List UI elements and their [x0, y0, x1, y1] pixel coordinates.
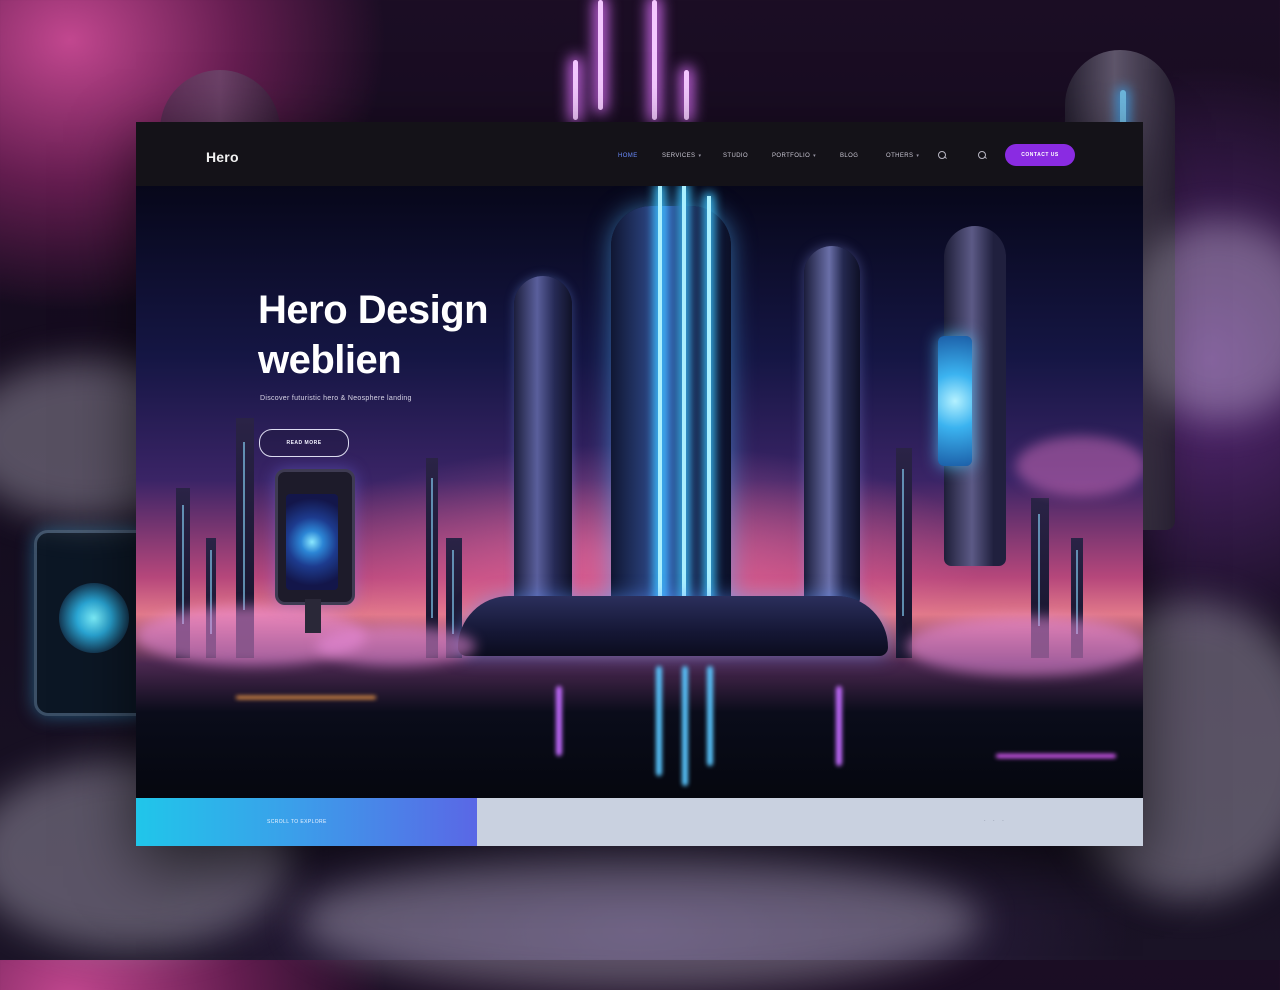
neon-beam [658, 186, 662, 626]
reflection [707, 666, 713, 766]
bottom-gradient-panel: SCROLL TO EXPLORE [136, 798, 477, 846]
holo-kiosk [275, 469, 355, 639]
nav-item-label: SERVICES [662, 153, 696, 159]
hero-section: Hero Design weblien Discover futuristic … [136, 186, 1143, 798]
pager-dots[interactable]: · · · [984, 818, 1007, 824]
logo[interactable]: Hero [206, 149, 239, 165]
nav-item-label: BLOG [840, 153, 859, 159]
contact-button[interactable]: CONTACT US [1005, 144, 1075, 166]
nav-item-studio[interactable]: STUDIO [723, 153, 748, 159]
tower-base [458, 596, 888, 656]
cloud [906, 616, 1143, 676]
search-icon[interactable] [938, 151, 946, 159]
navbar: Hero HOME SERVICES ▾ STUDIO PORTFOLIO ▾ BL… [136, 122, 1143, 186]
neon-beam [684, 70, 689, 120]
reflection [836, 686, 842, 766]
tower-right [804, 246, 860, 606]
kiosk-stand [305, 599, 321, 633]
holo-panel [938, 336, 972, 466]
reflection [996, 754, 1116, 758]
bottom-strip-label[interactable]: SCROLL TO EXPLORE [267, 819, 327, 825]
nav-item-label: PORTFOLIO [772, 153, 811, 159]
bottom-strip: SCROLL TO EXPLORE · · · [136, 798, 1143, 846]
chevron-down-icon: ▾ [916, 153, 920, 159]
hero-title-line2: weblien [258, 338, 402, 382]
neon-beam [707, 196, 711, 616]
nav-item-label: OTHERS [886, 153, 914, 159]
neon-beam [682, 186, 686, 626]
nav-item-others[interactable]: OTHERS ▾ [886, 153, 919, 159]
nav-item-label: HOME [618, 153, 638, 159]
neon-beam [598, 0, 603, 110]
skyline-building [896, 448, 912, 658]
background-screen [34, 530, 150, 716]
kiosk-display [286, 494, 338, 590]
hero-title: Hero Design weblien [258, 285, 489, 385]
read-more-button[interactable]: READ MORE [259, 429, 349, 457]
fog [300, 850, 980, 990]
reflection [556, 686, 562, 756]
nav-item-services[interactable]: SERVICES ▾ [662, 153, 701, 159]
neon-beam [652, 0, 657, 120]
hero-title-line1: Hero Design [258, 288, 489, 332]
neon-beam [573, 60, 578, 120]
website-mockup: Hero HOME SERVICES ▾ STUDIO PORTFOLIO ▾ BL… [136, 122, 1143, 846]
search-icon[interactable] [978, 151, 986, 159]
reflection [236, 696, 376, 699]
nav-item-portfolio[interactable]: PORTFOLIO ▾ [772, 153, 816, 159]
nav-item-home[interactable]: HOME [618, 153, 638, 159]
chevron-down-icon: ▾ [813, 153, 817, 159]
cloud [1016, 436, 1143, 496]
hero-subtitle: Discover futuristic hero & Neosphere lan… [260, 395, 412, 402]
nav-item-blog[interactable]: BLOG [840, 153, 858, 159]
reflection [682, 666, 688, 786]
tower-center [611, 206, 731, 626]
reflection [656, 666, 662, 776]
kiosk-frame [275, 469, 355, 605]
chevron-down-icon: ▾ [698, 153, 702, 159]
tower-left [514, 276, 572, 606]
nav-item-label: STUDIO [723, 153, 749, 159]
